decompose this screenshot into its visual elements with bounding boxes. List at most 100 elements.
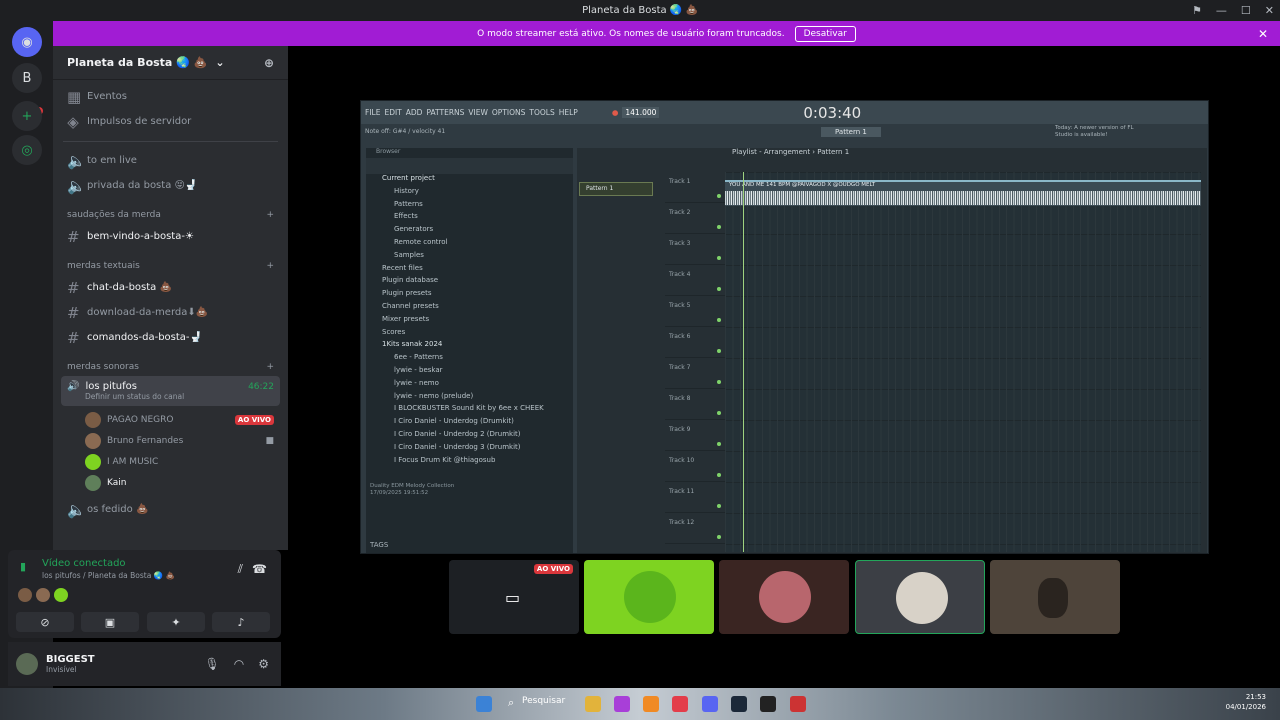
camera-tile[interactable] <box>990 560 1120 634</box>
server-icon[interactable]: B <box>12 63 42 93</box>
app-icon[interactable] <box>614 696 630 712</box>
track-mute-led[interactable] <box>717 535 721 539</box>
minimize-button[interactable]: — <box>1216 4 1227 17</box>
channel-item[interactable]: # download-da-merda⬇💩 <box>53 300 288 325</box>
pattern-list-item[interactable]: Pattern 1 <box>579 182 653 196</box>
channel-item[interactable]: 🔈 to em live <box>53 148 288 173</box>
menu-patterns[interactable]: PATTERNS <box>426 108 464 117</box>
app-icon[interactable] <box>790 696 806 712</box>
track-header[interactable]: Track 10 <box>665 451 725 482</box>
update-notice[interactable]: Today: A newer version of FL Studio is a… <box>1055 125 1145 139</box>
start-icon[interactable] <box>476 696 492 712</box>
category-header[interactable]: saudações da merda + <box>53 198 288 224</box>
channel-item[interactable]: 🔈 os fedido 💩 <box>53 497 288 522</box>
track-header[interactable]: Track 2 <box>665 203 725 234</box>
browser-item[interactable]: Effects <box>366 212 573 225</box>
track-mute-led[interactable] <box>717 256 721 260</box>
voice-user[interactable]: Bruno Fernandes ■ <box>53 430 288 451</box>
browser-item[interactable]: Remote control <box>366 238 573 251</box>
camera-off-button[interactable]: ⊘ <box>16 612 74 632</box>
add-channel-icon[interactable]: + <box>266 362 274 372</box>
voice-channel-active[interactable]: 🔊 los pitufos 46:22 Definir um status do … <box>61 376 280 406</box>
channel-status[interactable]: Definir um status do canal <box>67 392 274 401</box>
pattern-selector[interactable]: Pattern 1 <box>821 127 881 137</box>
stream-tile[interactable]: AO VIVO ▭ <box>449 560 579 634</box>
disable-streamer-button[interactable]: Desativar <box>794 25 856 42</box>
audio-clip[interactable]: YOU AND ME 141 BPM @PAIVAGOD X @OUDGO ME… <box>725 180 1201 206</box>
add-channel-icon[interactable]: + <box>266 210 274 220</box>
noise-suppression-icon[interactable]: ⫽ <box>238 562 243 577</box>
close-banner-icon[interactable]: ✕ <box>1258 27 1268 41</box>
browser-item[interactable]: Generators <box>366 225 573 238</box>
search-icon[interactable]: ⌕ <box>508 696 514 710</box>
browser-item[interactable]: 1Kits sanak 2024 <box>366 340 573 353</box>
menu-edit[interactable]: EDIT <box>384 108 401 117</box>
add-channel-icon[interactable]: + <box>266 261 274 271</box>
track-header[interactable]: Track 3 <box>665 234 725 265</box>
category-header[interactable]: merdas textuais + <box>53 249 288 275</box>
browser-item[interactable]: Recent files <box>366 264 573 277</box>
track-mute-led[interactable] <box>717 318 721 322</box>
menu-options[interactable]: OPTIONS <box>492 108 526 117</box>
inbox-icon[interactable]: ⚑ <box>1192 4 1202 17</box>
browser-item[interactable]: History <box>366 187 573 200</box>
track-mute-led[interactable] <box>717 411 721 415</box>
browser-item[interactable]: I Ciro Daniel - Underdog (Drumkit) <box>366 417 573 430</box>
channel-item[interactable]: # comandos-da-bosta-🚽 <box>53 325 288 350</box>
voice-user[interactable]: Kain <box>53 472 288 493</box>
participant-tile[interactable] <box>719 560 849 634</box>
track-mute-led[interactable] <box>717 473 721 477</box>
category-header[interactable]: merdas sonoras + <box>53 350 288 376</box>
screen-share-button[interactable]: ▣ <box>81 612 139 632</box>
browser-item[interactable]: 6ee - Patterns <box>366 353 573 366</box>
disconnect-icon[interactable]: ☎ <box>252 562 267 576</box>
settings-icon[interactable]: ⚙ <box>258 657 269 671</box>
track-header[interactable]: Track 7 <box>665 358 725 389</box>
microphone-icon[interactable]: 🎙 <box>205 657 220 671</box>
music-icon[interactable] <box>672 696 688 712</box>
track-mute-led[interactable] <box>717 504 721 508</box>
participant-tile[interactable] <box>584 560 714 634</box>
track-header[interactable]: Track 1 <box>665 172 725 203</box>
boosts-item[interactable]: ◈ Impulsos de servidor <box>53 109 288 134</box>
playhead[interactable] <box>743 172 744 552</box>
menu-add[interactable]: ADD <box>406 108 423 117</box>
browser-item[interactable]: Channel presets <box>366 302 573 315</box>
track-header[interactable]: Track 9 <box>665 420 725 451</box>
tempo-display[interactable]: 141.000 <box>622 107 660 118</box>
events-item[interactable]: ▦ Eventos <box>53 84 288 109</box>
maximize-button[interactable]: ☐ <box>1241 4 1251 17</box>
discord-home-icon[interactable]: ◉ <box>12 27 42 57</box>
discord-icon[interactable] <box>702 696 718 712</box>
track-header[interactable]: Track 8 <box>665 389 725 420</box>
channel-item[interactable]: # chat-da-bosta 💩 <box>53 275 288 300</box>
fl-studio-window[interactable]: FILE EDIT ADD PATTERNS VIEW OPTIONS TOOL… <box>360 100 1209 554</box>
track-header[interactable]: Track 12 <box>665 513 725 544</box>
add-server-icon[interactable]: + <box>12 101 42 131</box>
channel-item[interactable]: # bem-vindo-a-bosta-☀ <box>53 224 288 249</box>
explore-icon[interactable]: ◎ <box>12 135 42 165</box>
avatar[interactable] <box>16 653 38 675</box>
participant-tile[interactable] <box>855 560 985 634</box>
menu-view[interactable]: VIEW <box>468 108 488 117</box>
track-mute-led[interactable] <box>717 287 721 291</box>
invite-icon[interactable]: ⊕ <box>264 56 274 70</box>
browser-item[interactable]: Current project <box>366 174 573 187</box>
track-mute-led[interactable] <box>717 380 721 384</box>
steam-icon[interactable] <box>731 696 747 712</box>
voice-user[interactable]: PAGAO NEGRO AO VIVO <box>53 409 288 430</box>
browser-item[interactable]: lywie - nemo <box>366 379 573 392</box>
file-explorer-icon[interactable] <box>585 696 601 712</box>
system-clock[interactable]: 21:53 04/01/2026 <box>1226 692 1266 712</box>
fl-studio-icon[interactable] <box>643 696 659 712</box>
browser-item[interactable]: I Ciro Daniel - Underdog 3 (Drumkit) <box>366 443 573 456</box>
activities-button[interactable]: ✦ <box>147 612 205 632</box>
record-icon[interactable]: ● <box>612 108 619 117</box>
channel-item[interactable]: 🔈 privada da bosta 😝🚽 <box>53 173 288 198</box>
browser-item[interactable]: Scores <box>366 328 573 341</box>
browser-item[interactable]: lywie - beskar <box>366 366 573 379</box>
browser-item[interactable]: Plugin presets <box>366 289 573 302</box>
browser-item[interactable]: Samples <box>366 251 573 264</box>
track-header[interactable]: Track 5 <box>665 296 725 327</box>
server-header[interactable]: Planeta da Bosta 🌏 💩 ⌄ ⊕ <box>53 46 288 80</box>
